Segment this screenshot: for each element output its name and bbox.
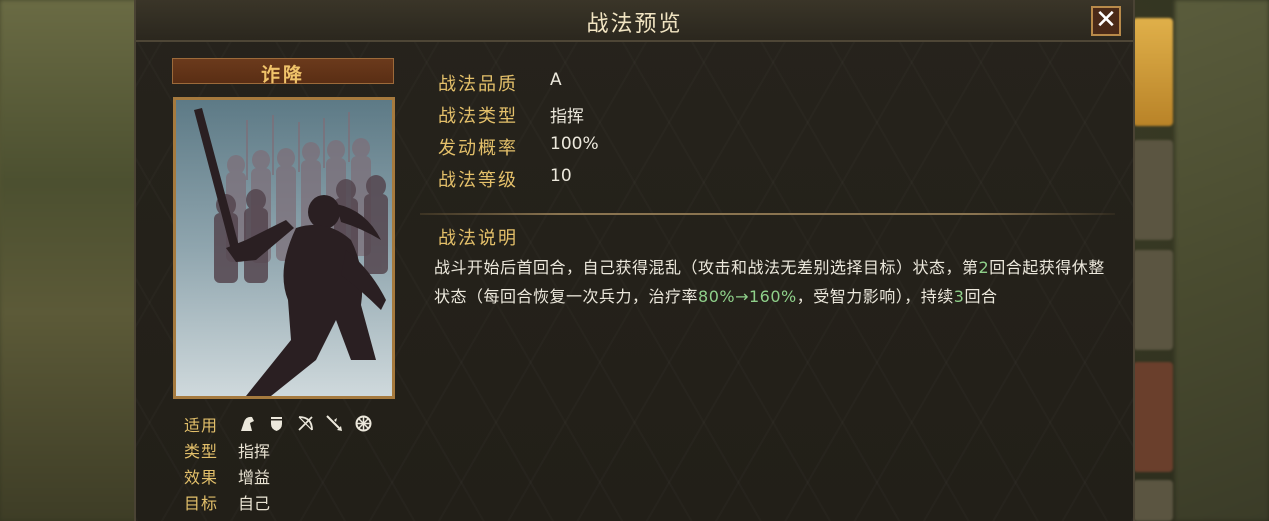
- close-icon: ✕: [1095, 5, 1117, 35]
- description-title: 战法说明: [438, 228, 518, 249]
- meta-applicable-row: 适用: [184, 412, 404, 438]
- quality-value: A: [550, 70, 562, 90]
- effect-value: 增益: [238, 468, 271, 487]
- attr-quality-row: 战法品质 A: [438, 70, 838, 100]
- dialog-title: 战法预览: [586, 12, 683, 37]
- level-value: 10: [550, 166, 572, 186]
- skill-name: 诈降: [260, 64, 305, 86]
- meta-effect-row: 效果 增益: [184, 464, 404, 490]
- description-highlight: 3: [953, 287, 965, 306]
- description-segment: 战斗开始后首回合，自己获得混乱（攻击和战法无差别选择目标）状态，第: [434, 258, 979, 277]
- skill-name-banner: 诈降: [172, 58, 394, 86]
- attr-level-row: 战法等级 10: [438, 166, 838, 196]
- level-label: 战法等级: [438, 170, 518, 191]
- target-label: 目标: [184, 494, 219, 513]
- applicable-troop-icons: [238, 414, 378, 433]
- background-scene-right: [1175, 0, 1269, 521]
- dialog-titlebar: 战法预览 ✕: [136, 0, 1133, 42]
- background-side-tab: [1133, 362, 1173, 472]
- type-value: 指挥: [238, 442, 271, 461]
- skill-type-label: 战法类型: [438, 106, 518, 127]
- siege-icon: [354, 414, 373, 433]
- meta-type-row: 类型 指挥: [184, 438, 404, 464]
- attr-type-row: 战法类型 指挥: [438, 102, 838, 132]
- background-side-tab: [1133, 140, 1173, 240]
- archer-icon: [296, 414, 315, 433]
- description-highlight: 80%→160%: [698, 287, 797, 306]
- shield-icon: [267, 414, 286, 433]
- description-highlight: 2: [978, 258, 990, 277]
- probability-value: 100%: [550, 134, 599, 154]
- skill-portrait: [173, 97, 395, 399]
- description-text: 战斗开始后首回合，自己获得混乱（攻击和战法无差别选择目标）状态，第2回合起获得休…: [434, 253, 1114, 311]
- skill-preview-dialog: 战法预览 ✕ 诈降 适用 类型 指挥 效果 增益 目标 自己 战法品质 A 战法…: [134, 0, 1135, 521]
- quality-label: 战法品质: [438, 74, 518, 95]
- spear-icon: [325, 414, 344, 433]
- background-side-tab: [1133, 18, 1173, 126]
- background-side-tab: [1133, 480, 1173, 521]
- probability-label: 发动概率: [438, 138, 518, 159]
- background-scene-left: [0, 0, 140, 521]
- skill-type-value: 指挥: [550, 107, 584, 127]
- description-segment: 回合: [964, 287, 998, 306]
- section-divider: [420, 213, 1115, 215]
- close-button[interactable]: ✕: [1091, 6, 1121, 36]
- attr-probability-row: 发动概率 100%: [438, 134, 838, 164]
- effect-label: 效果: [184, 468, 219, 487]
- description-segment: ，受智力影响），持续: [796, 287, 954, 306]
- background-side-tab: [1133, 250, 1173, 350]
- warrior-silhouette-illustration: [176, 100, 392, 396]
- meta-target-row: 目标 自己: [184, 490, 404, 516]
- target-value: 自己: [238, 494, 271, 513]
- applicable-label: 适用: [184, 416, 219, 435]
- cavalry-icon: [238, 414, 257, 433]
- type-label: 类型: [184, 442, 219, 461]
